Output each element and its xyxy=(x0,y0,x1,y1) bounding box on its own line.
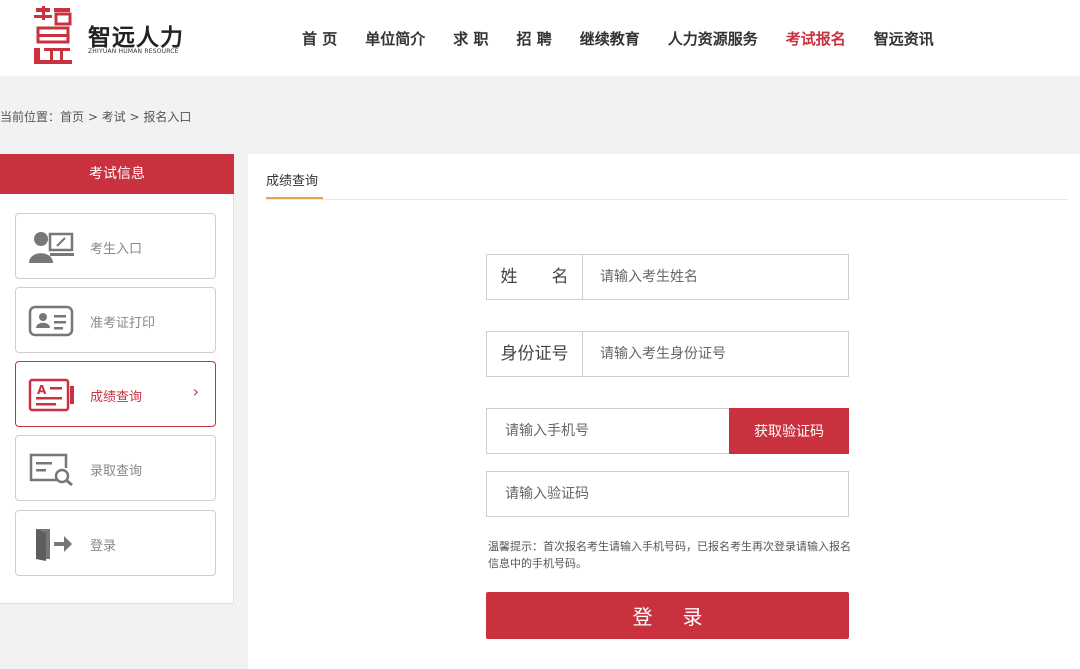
sidebar-item-admission-ticket[interactable]: 准考证打印 xyxy=(15,287,216,353)
header: 智远人力 ZHIYUAN HUMAN RESOURCE 首 页 单位简介 求 职… xyxy=(0,0,1080,76)
nav-item-recruitment[interactable]: 招 聘 xyxy=(516,28,551,49)
tip-text: 温馨提示：首次报名考生请输入手机号码，已报名考生再次登录请输入报名信息中的手机号… xyxy=(488,540,851,570)
nav-item-hr-services[interactable]: 人力资源服务 xyxy=(668,28,758,49)
id-card-icon xyxy=(28,305,74,337)
sidebar-item-login[interactable]: 登录 xyxy=(15,510,216,576)
sidebar: 考试信息 考生入口 准考证打印 A 成绩查询 › 录取查询 登录 xyxy=(0,154,234,604)
id-number-label: 身份证号 xyxy=(487,332,583,376)
sidebar-item-candidate-entry[interactable]: 考生入口 xyxy=(15,213,216,279)
nav-item-about[interactable]: 单位简介 xyxy=(365,28,425,49)
tab-divider xyxy=(266,199,1068,200)
tab-active-indicator xyxy=(266,197,323,199)
main-content: 成绩查询 姓 名 身份证号 获取验证码 温馨提示：首次报名考生请输入手机号码，已… xyxy=(248,154,1080,669)
id-number-field: 身份证号 xyxy=(486,331,849,377)
sidebar-item-score-query[interactable]: A 成绩查询 › xyxy=(15,361,216,427)
nav-item-home[interactable]: 首 页 xyxy=(302,28,337,49)
sidebar-item-label: 考生入口 xyxy=(90,242,143,257)
verification-code-input[interactable] xyxy=(487,472,848,516)
svg-text:A: A xyxy=(37,383,47,397)
phone-field: 获取验证码 xyxy=(486,408,849,454)
sidebar-item-label: 准考证打印 xyxy=(90,316,156,331)
brand-name-en: ZHIYUAN HUMAN RESOURCE xyxy=(88,48,179,55)
search-document-icon xyxy=(29,453,73,486)
main-nav: 首 页 单位简介 求 职 招 聘 继续教育 人力资源服务 考试报名 智远资讯 xyxy=(288,0,948,76)
sidebar-item-admission-query[interactable]: 录取查询 xyxy=(15,435,216,501)
nav-item-education[interactable]: 继续教育 xyxy=(580,28,640,49)
nav-item-news[interactable]: 智远资讯 xyxy=(874,28,934,49)
sidebar-item-label: 登录 xyxy=(90,539,117,554)
nav-item-exam-registration[interactable]: 考试报名 xyxy=(786,28,846,49)
name-field: 姓 名 xyxy=(486,254,849,300)
name-label: 姓 名 xyxy=(487,255,583,299)
sidebar-title: 考试信息 xyxy=(0,154,234,194)
logo[interactable]: 智远人力 ZHIYUAN HUMAN RESOURCE xyxy=(32,6,192,66)
name-input[interactable] xyxy=(584,255,848,299)
breadcrumb: 当前位置：首页 > 考试 > 报名入口 xyxy=(0,110,192,124)
login-door-icon xyxy=(36,529,72,561)
brand-name: 智远人力 xyxy=(88,25,184,51)
logo-mark-icon xyxy=(34,6,72,64)
verification-code-field xyxy=(486,471,849,517)
candidate-icon xyxy=(29,232,74,263)
score-icon: A xyxy=(28,378,74,412)
sidebar-item-label: 成绩查询 xyxy=(90,390,143,405)
chevron-right-icon: › xyxy=(192,382,199,401)
id-number-input[interactable] xyxy=(584,332,848,376)
nav-item-job-seeking[interactable]: 求 职 xyxy=(453,28,488,49)
get-code-button[interactable]: 获取验证码 xyxy=(729,408,849,454)
tab-score-query[interactable]: 成绩查询 xyxy=(266,170,318,189)
login-button[interactable]: 登录 xyxy=(486,592,849,639)
sidebar-item-label: 录取查询 xyxy=(90,464,143,479)
